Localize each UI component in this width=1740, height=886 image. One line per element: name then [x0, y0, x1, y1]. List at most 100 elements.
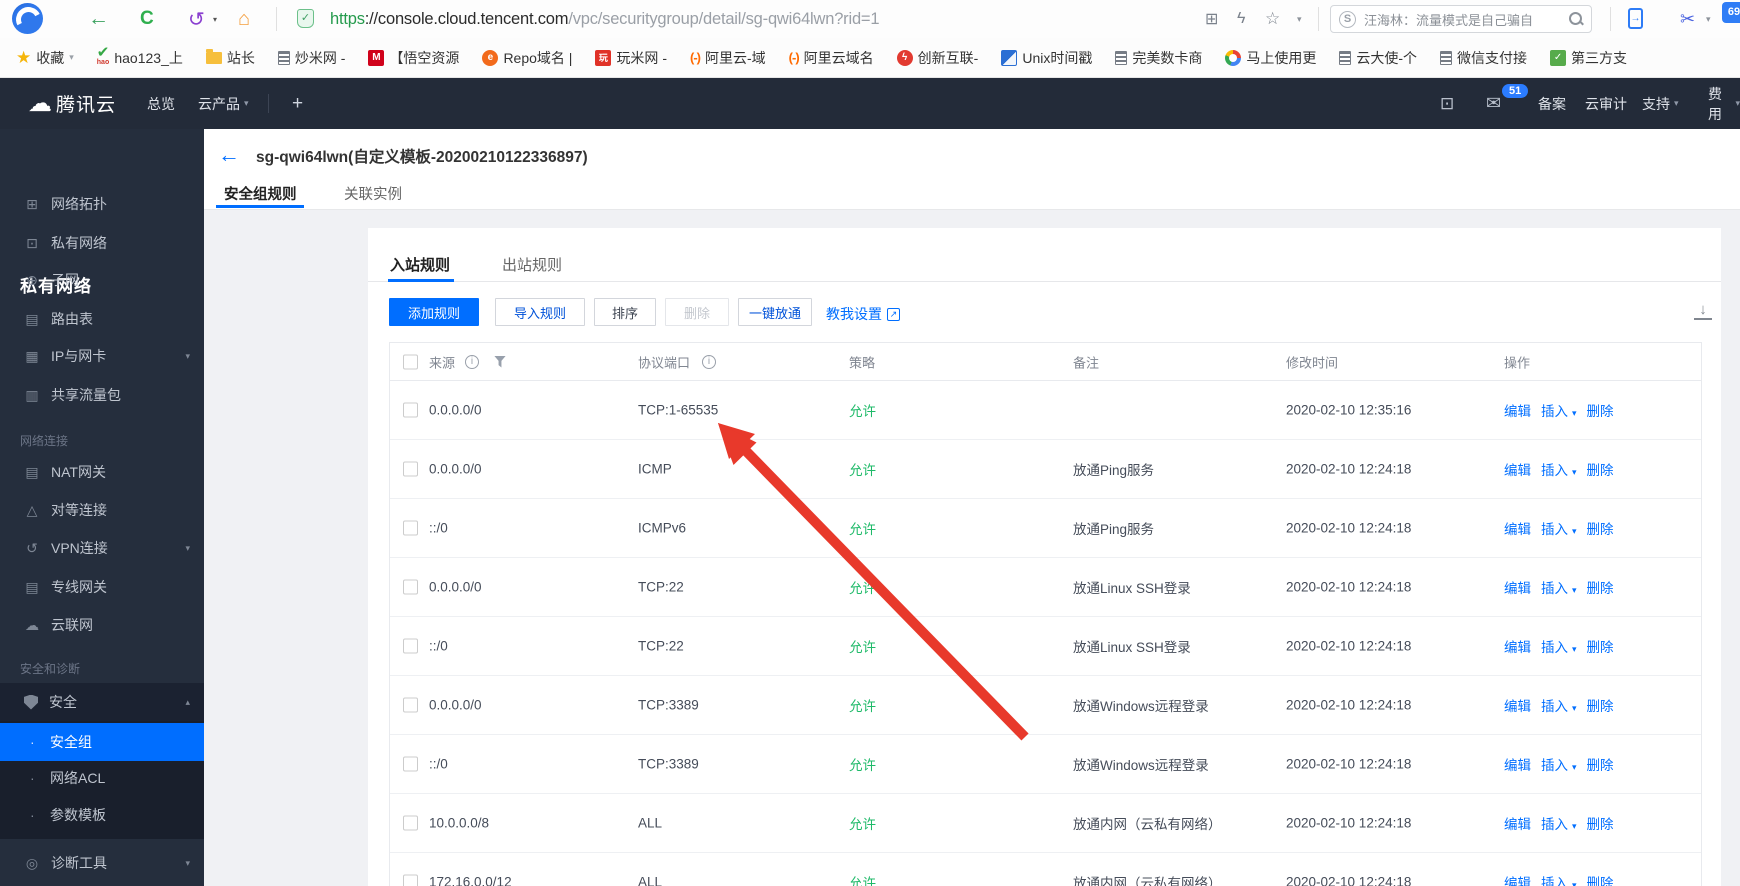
nav-support[interactable]: 支持 ▾: [1642, 78, 1679, 129]
protocol-info-icon[interactable]: i: [702, 354, 716, 369]
bookmark-item[interactable]: ✔ hao hao123_上: [97, 45, 183, 68]
sidebar-item-parameter-template[interactable]: · 参数模板: [0, 796, 204, 834]
row-checkbox[interactable]: [403, 579, 418, 595]
edit-link[interactable]: 编辑: [1504, 699, 1531, 714]
address-bar[interactable]: https://console.cloud.tencent.com/vpc/se…: [330, 0, 880, 38]
bookmark-item[interactable]: 微信支付接: [1440, 48, 1527, 68]
sidebar-item-vpn[interactable]: ↺ VPN连接 ▾: [0, 529, 204, 567]
search-icon[interactable]: [1569, 12, 1583, 26]
delete-link[interactable]: 删除: [1587, 404, 1614, 419]
sidebar-item-subnet[interactable]: ⊕ 子网: [0, 261, 204, 299]
tab-security-group-rules[interactable]: 安全组规则: [224, 183, 297, 204]
bookmark-item[interactable]: 云大使-个: [1339, 48, 1417, 68]
refresh-icon[interactable]: C: [140, 0, 154, 38]
tab-associated-instances[interactable]: 关联实例: [344, 183, 402, 204]
delete-link[interactable]: 删除: [1587, 522, 1614, 537]
sidebar-item-security-group[interactable]: · 安全组: [0, 723, 204, 761]
insert-link[interactable]: 插入: [1541, 640, 1568, 655]
row-checkbox[interactable]: [403, 520, 418, 536]
bookmark-item[interactable]: ϟ 创新互联-: [896, 48, 978, 68]
chevron-down-icon[interactable]: ▾: [1572, 526, 1577, 536]
nav-products[interactable]: 云产品 ▾: [198, 78, 249, 129]
bookmark-item[interactable]: 玩 玩米网 -: [595, 48, 667, 68]
chevron-down-icon[interactable]: ▾: [1572, 762, 1577, 772]
chevron-down-icon[interactable]: ▾: [1572, 703, 1577, 713]
chevron-down-icon[interactable]: ▾: [1572, 585, 1577, 595]
sidebar-item-diagnostic-tools[interactable]: ◎ 诊断工具 ▾: [0, 844, 204, 882]
bookmark-item[interactable]: M 【悟空资源: [368, 48, 459, 68]
filter-funnel-icon[interactable]: [494, 355, 506, 368]
bookmark-item[interactable]: (-) 阿里云域名: [789, 48, 874, 68]
source-info-icon[interactable]: i: [465, 354, 479, 369]
bookmark-item[interactable]: 站长: [205, 48, 255, 68]
add-tab-button[interactable]: +: [292, 78, 303, 129]
bookmark-item[interactable]: (-) 阿里云-域: [690, 48, 766, 68]
sidebar-item-network-acl[interactable]: · 网络ACL: [0, 759, 204, 797]
browser-logo-icon[interactable]: [12, 3, 43, 34]
nav-beian[interactable]: 备案: [1538, 78, 1566, 129]
row-checkbox[interactable]: [403, 756, 418, 772]
delete-link[interactable]: 删除: [1587, 699, 1614, 714]
open-all-button[interactable]: 一键放通: [738, 298, 812, 326]
bookmark-item[interactable]: ✓ 第三方支: [1550, 48, 1627, 68]
sidebar-item-vpc[interactable]: ⊡ 私有网络: [0, 224, 204, 262]
delete-link[interactable]: 删除: [1587, 758, 1614, 773]
bookmark-item[interactable]: 完美数卡商: [1115, 48, 1202, 68]
edit-link[interactable]: 编辑: [1504, 404, 1531, 419]
scan-icon[interactable]: ⊡: [1440, 78, 1454, 129]
teach-me-link[interactable]: 教我设置 ↗: [826, 304, 900, 324]
edit-link[interactable]: 编辑: [1504, 522, 1531, 537]
chevron-down-icon[interactable]: ▾: [1572, 644, 1577, 654]
import-rule-button[interactable]: 导入规则: [495, 298, 585, 326]
favorite-star-icon[interactable]: ☆: [1265, 0, 1280, 38]
screenshot-scissors-icon[interactable]: ✂: [1680, 0, 1695, 38]
back-icon[interactable]: ←: [88, 0, 109, 38]
chevron-down-icon[interactable]: ▾: [1572, 467, 1577, 477]
edit-link[interactable]: 编辑: [1504, 817, 1531, 832]
chevron-down-icon[interactable]: ▾: [1572, 408, 1577, 418]
chevron-down-icon[interactable]: ▾: [1572, 821, 1577, 831]
bookmark-item[interactable]: 炒米网 -: [277, 48, 345, 68]
nav-overview[interactable]: 总览: [147, 78, 175, 129]
edit-link[interactable]: 编辑: [1504, 581, 1531, 596]
select-all-checkbox[interactable]: [403, 354, 418, 369]
insert-link[interactable]: 插入: [1541, 463, 1568, 478]
sort-button[interactable]: 排序: [594, 298, 656, 326]
row-checkbox[interactable]: [403, 874, 418, 886]
apps-grid-icon[interactable]: ⊞: [1205, 0, 1218, 38]
edit-link[interactable]: 编辑: [1504, 640, 1531, 655]
sidebar-item-route-table[interactable]: ▤ 路由表: [0, 300, 204, 338]
tencent-cloud-logo[interactable]: ☁ 腾讯云: [28, 78, 116, 129]
add-rule-button[interactable]: 添加规则: [389, 298, 479, 326]
sidebar-item-peering[interactable]: △ 对等连接: [0, 491, 204, 529]
bookmark-item[interactable]: e Repo域名 |: [482, 48, 572, 68]
nav-billing[interactable]: 费用 ▾: [1708, 78, 1740, 129]
bookmark-item[interactable]: Unix时间戳: [1001, 48, 1092, 68]
undo-icon[interactable]: ↺: [188, 0, 205, 38]
row-checkbox[interactable]: [403, 697, 418, 713]
sidebar-item-security[interactable]: 安全 ▴: [0, 683, 204, 721]
insert-link[interactable]: 插入: [1541, 404, 1568, 419]
sidebar-item-network-topology[interactable]: ⊞ 网络拓扑: [0, 185, 204, 223]
send-to-phone-icon[interactable]: →: [1628, 8, 1643, 29]
tab-inbound-rules[interactable]: 入站规则: [390, 254, 450, 275]
browser-search-box[interactable]: S 汪海林：流量模式是自己骗自: [1330, 5, 1592, 33]
row-checkbox[interactable]: [403, 815, 418, 831]
insert-link[interactable]: 插入: [1541, 581, 1568, 596]
delete-link[interactable]: 删除: [1587, 581, 1614, 596]
edit-link[interactable]: 编辑: [1504, 758, 1531, 773]
toolbar-dropdown-icon[interactable]: ▾: [1297, 0, 1302, 38]
sidebar-item-ccn[interactable]: ☁ 云联网: [0, 606, 204, 644]
sidebar-item-shared-traffic[interactable]: ▥ 共享流量包: [0, 376, 204, 414]
bookmark-favorites[interactable]: ★ 收藏 ▾: [16, 48, 74, 68]
insert-link[interactable]: 插入: [1541, 522, 1568, 537]
secure-shield-icon[interactable]: ✓: [297, 9, 314, 28]
tools-dropdown-icon[interactable]: ▾: [1706, 0, 1711, 38]
bookmark-item[interactable]: 马上使用更: [1225, 48, 1316, 68]
insert-link[interactable]: 插入: [1541, 876, 1568, 886]
tab-outbound-rules[interactable]: 出站规则: [502, 254, 562, 275]
sidebar-item-ip-nic[interactable]: ▦ IP与网卡 ▾: [0, 337, 204, 375]
corner-badge[interactable]: 69: [1722, 2, 1740, 23]
insert-link[interactable]: 插入: [1541, 817, 1568, 832]
home-icon[interactable]: ⌂: [238, 0, 250, 38]
